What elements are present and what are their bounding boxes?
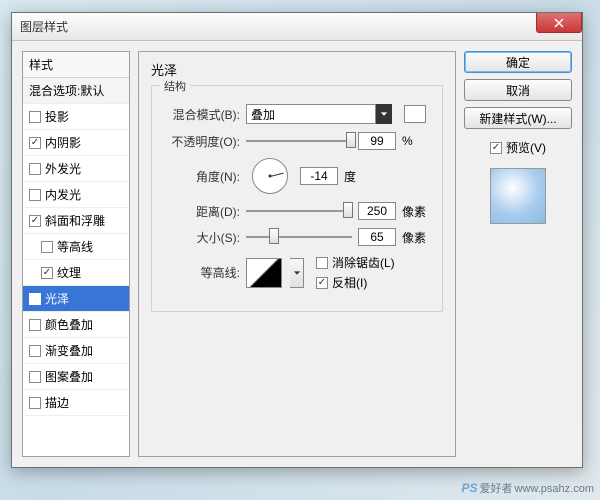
checkbox-icon[interactable] xyxy=(29,345,41,357)
angle-row: 角度(N): -14 度 xyxy=(162,158,432,194)
style-item-texture[interactable]: 纹理 xyxy=(23,260,129,286)
styles-header: 样式 xyxy=(23,52,129,78)
styles-panel: 样式 混合选项:默认 投影 内阴影 外发光 内发光 斜面和浮雕 等高线 纹理 光… xyxy=(22,51,130,457)
opacity-input[interactable]: 99 xyxy=(358,132,396,150)
distance-label: 距离(D): xyxy=(162,203,240,220)
opacity-unit: % xyxy=(402,134,432,148)
size-input[interactable]: 65 xyxy=(358,228,396,246)
checkbox-icon[interactable] xyxy=(29,163,41,175)
checkbox-icon[interactable] xyxy=(490,142,502,154)
contour-swatch[interactable] xyxy=(246,258,282,288)
cancel-button[interactable]: 取消 xyxy=(464,79,572,101)
blend-mode-label: 混合模式(B): xyxy=(162,106,240,123)
style-item-drop-shadow[interactable]: 投影 xyxy=(23,104,129,130)
opacity-row: 不透明度(O): 99 % xyxy=(162,132,432,150)
style-item-gradient-overlay[interactable]: 渐变叠加 xyxy=(23,338,129,364)
chevron-down-icon xyxy=(380,110,388,118)
size-slider[interactable] xyxy=(246,228,352,246)
dialog-body: 样式 混合选项:默认 投影 内阴影 外发光 内发光 斜面和浮雕 等高线 纹理 光… xyxy=(12,41,582,467)
size-label: 大小(S): xyxy=(162,229,240,246)
contour-label: 等高线: xyxy=(162,264,240,281)
close-button[interactable] xyxy=(536,13,582,33)
blend-mode-row: 混合模式(B): 叠加 xyxy=(162,104,432,124)
new-style-button[interactable]: 新建样式(W)... xyxy=(464,107,572,129)
style-item-pattern-overlay[interactable]: 图案叠加 xyxy=(23,364,129,390)
distance-row: 距离(D): 250 像素 xyxy=(162,202,432,220)
preview-thumbnail xyxy=(490,168,546,224)
style-item-stroke[interactable]: 描边 xyxy=(23,390,129,416)
checkbox-icon[interactable] xyxy=(316,277,328,289)
distance-input[interactable]: 250 xyxy=(358,202,396,220)
close-icon xyxy=(554,18,564,28)
style-item-inner-shadow[interactable]: 内阴影 xyxy=(23,130,129,156)
contour-options: 消除锯齿(L) 反相(I) xyxy=(316,254,395,291)
style-item-color-overlay[interactable]: 颜色叠加 xyxy=(23,312,129,338)
checkbox-icon[interactable] xyxy=(29,189,41,201)
action-panel: 确定 取消 新建样式(W)... 预览(V) xyxy=(464,51,572,457)
distance-slider[interactable] xyxy=(246,202,352,220)
dialog-title: 图层样式 xyxy=(20,18,68,35)
size-unit: 像素 xyxy=(402,229,432,246)
dropdown-button[interactable] xyxy=(376,104,392,124)
preview-toggle[interactable]: 预览(V) xyxy=(464,139,572,156)
color-swatch[interactable] xyxy=(404,105,426,123)
checkbox-icon[interactable] xyxy=(29,215,41,227)
invert-option[interactable]: 反相(I) xyxy=(316,274,395,291)
watermark-ps: PS xyxy=(462,481,478,495)
style-item-bevel[interactable]: 斜面和浮雕 xyxy=(23,208,129,234)
settings-panel: 光泽 结构 混合模式(B): 叠加 不透明度(O): 99 % xyxy=(138,51,456,457)
checkbox-icon[interactable] xyxy=(41,241,53,253)
checkbox-icon[interactable] xyxy=(29,293,41,305)
contour-row: 等高线: 消除锯齿(L) 反相(I) xyxy=(162,254,432,291)
layer-style-dialog: 图层样式 样式 混合选项:默认 投影 内阴影 外发光 内发光 斜面和浮雕 等高线… xyxy=(11,12,583,468)
checkbox-icon[interactable] xyxy=(29,319,41,331)
blend-mode-combo[interactable]: 叠加 xyxy=(246,104,392,124)
blend-options-item[interactable]: 混合选项:默认 xyxy=(23,78,129,104)
structure-group: 结构 混合模式(B): 叠加 不透明度(O): 99 % 角度(N xyxy=(151,85,443,312)
checkbox-icon[interactable] xyxy=(316,257,328,269)
opacity-label: 不透明度(O): xyxy=(162,133,240,150)
checkbox-icon[interactable] xyxy=(29,397,41,409)
angle-input[interactable]: -14 xyxy=(300,167,338,185)
size-row: 大小(S): 65 像素 xyxy=(162,228,432,246)
checkbox-icon[interactable] xyxy=(29,371,41,383)
styles-list: 混合选项:默认 投影 内阴影 外发光 内发光 斜面和浮雕 等高线 纹理 光泽 颜… xyxy=(23,78,129,456)
titlebar[interactable]: 图层样式 xyxy=(12,13,582,41)
ok-button[interactable]: 确定 xyxy=(464,51,572,73)
opacity-slider[interactable] xyxy=(246,132,352,150)
style-item-outer-glow[interactable]: 外发光 xyxy=(23,156,129,182)
checkbox-icon[interactable] xyxy=(41,267,53,279)
angle-label: 角度(N): xyxy=(162,168,240,185)
style-item-satin[interactable]: 光泽 xyxy=(23,286,129,312)
distance-unit: 像素 xyxy=(402,203,432,220)
angle-dial[interactable] xyxy=(252,158,288,194)
style-item-inner-glow[interactable]: 内发光 xyxy=(23,182,129,208)
watermark: PS 爱好者 www.psahz.com xyxy=(462,480,595,496)
angle-unit: 度 xyxy=(344,168,374,185)
checkbox-icon[interactable] xyxy=(29,111,41,123)
group-label: 结构 xyxy=(160,78,190,94)
blend-mode-value: 叠加 xyxy=(246,104,376,124)
chevron-down-icon xyxy=(293,269,301,277)
watermark-text: 爱好者 xyxy=(480,480,513,496)
antialias-option[interactable]: 消除锯齿(L) xyxy=(316,254,395,271)
panel-title: 光泽 xyxy=(151,60,443,79)
checkbox-icon[interactable] xyxy=(29,137,41,149)
style-item-contour[interactable]: 等高线 xyxy=(23,234,129,260)
contour-dropdown[interactable] xyxy=(290,258,304,288)
watermark-url: www.psahz.com xyxy=(515,483,594,495)
